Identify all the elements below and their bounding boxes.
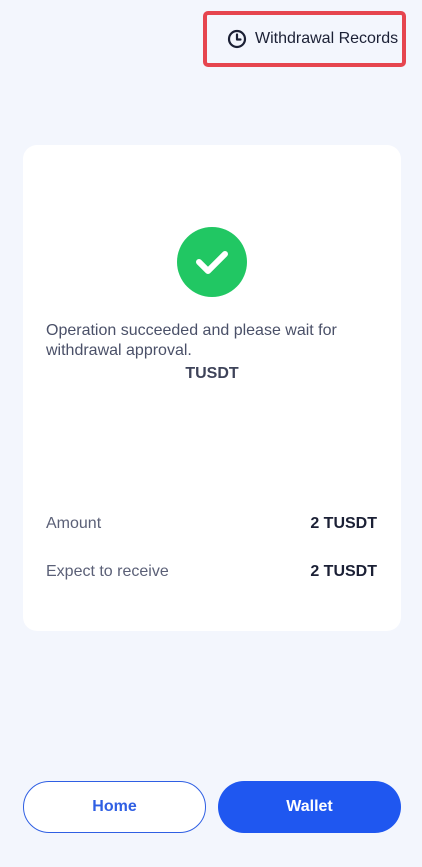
currency-label: TUSDT (185, 365, 239, 382)
amount-label: Amount (46, 515, 102, 532)
expect-value: 2 TUSDT (310, 563, 377, 580)
home-button[interactable]: Home (23, 781, 206, 833)
status-message: Operation succeeded and please wait for … (46, 322, 337, 359)
check-icon (196, 251, 228, 274)
result-card: Operation succeeded and please wait for … (23, 145, 401, 631)
withdrawal-records-link[interactable]: Withdrawal Records (203, 11, 406, 67)
withdrawal-records-label: Withdrawal Records (255, 30, 399, 47)
success-indicator (177, 227, 247, 297)
detail-row-amount: Amount 2 TUSDT (46, 515, 377, 533)
clock-icon (227, 29, 247, 49)
amount-value: 2 TUSDT (310, 515, 377, 532)
wallet-button[interactable]: Wallet (218, 781, 401, 833)
expect-label: Expect to receive (46, 563, 169, 580)
detail-row-expect: Expect to receive 2 TUSDT (46, 563, 377, 581)
